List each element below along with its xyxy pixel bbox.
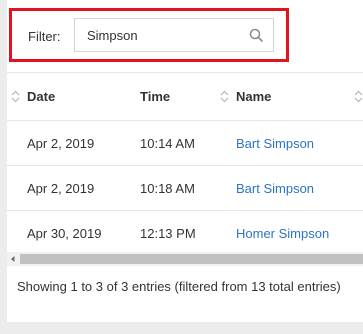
cell-name-link[interactable]: Bart Simpson xyxy=(236,181,314,196)
cell-date: Apr 2, 2019 xyxy=(27,136,95,151)
column-header-time[interactable]: Time xyxy=(140,89,170,104)
column-header-name[interactable]: Name xyxy=(236,89,271,104)
results-table: Date Time Name Apr 2, 2019 10:14 AM Bart… xyxy=(7,72,363,256)
scroll-left-arrow-icon[interactable] xyxy=(7,252,19,266)
table-row: Apr 2, 2019 10:14 AM Bart Simpson xyxy=(7,121,363,166)
table-row: Apr 30, 2019 12:13 PM Homer Simpson xyxy=(7,211,363,256)
datatable-panel: Filter: Date Time Name xyxy=(7,0,363,322)
sort-icon[interactable] xyxy=(220,90,229,103)
column-header-date[interactable]: Date xyxy=(27,89,55,104)
cell-name-link[interactable]: Homer Simpson xyxy=(236,226,329,241)
table-info: Showing 1 to 3 of 3 entries (filtered fr… xyxy=(17,279,341,294)
table-row: Apr 2, 2019 10:18 AM Bart Simpson xyxy=(7,166,363,211)
search-icon[interactable] xyxy=(249,28,263,42)
filter-label: Filter: xyxy=(28,29,61,44)
table-header: Date Time Name xyxy=(7,72,363,121)
sort-icon[interactable] xyxy=(354,90,363,103)
cell-time: 10:14 AM xyxy=(140,136,195,151)
filter-highlight-box: Filter: xyxy=(9,8,289,62)
cell-name-link[interactable]: Bart Simpson xyxy=(236,136,314,151)
filter-input[interactable] xyxy=(75,19,257,51)
cell-date: Apr 30, 2019 xyxy=(27,226,102,241)
scrollbar-thumb[interactable] xyxy=(20,254,363,264)
sort-icon[interactable] xyxy=(11,90,20,103)
filter-input-wrapper[interactable] xyxy=(74,18,274,52)
cell-time: 10:18 AM xyxy=(140,181,195,196)
horizontal-scrollbar[interactable] xyxy=(7,252,363,266)
cell-date: Apr 2, 2019 xyxy=(27,181,95,196)
cell-time: 12:13 PM xyxy=(140,226,196,241)
